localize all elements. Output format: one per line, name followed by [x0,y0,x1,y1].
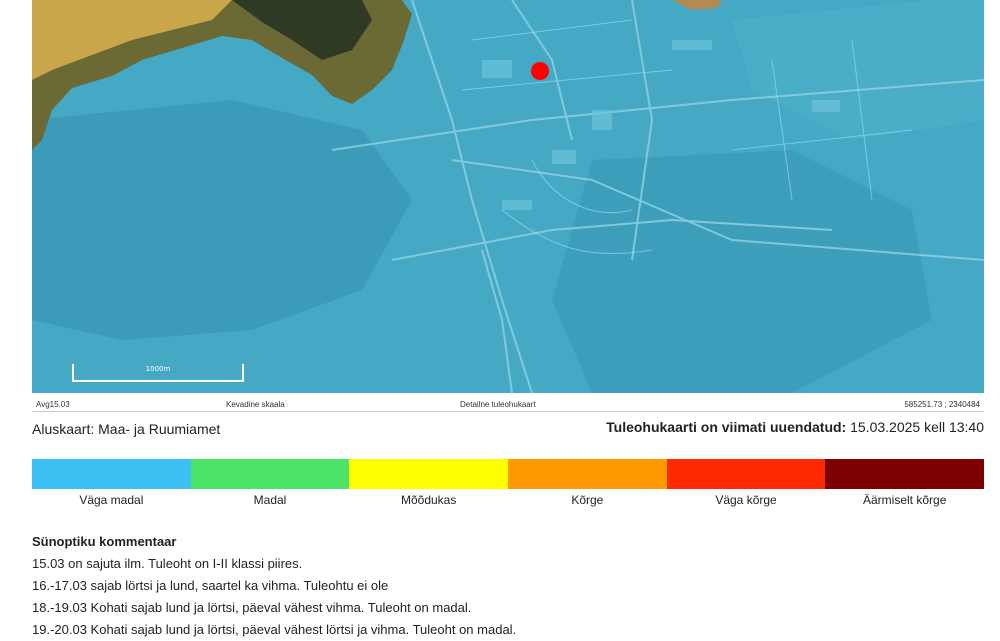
basemap-credit: Aluskaart: Maa- ja Ruumiamet [32,421,221,437]
legend-swatch-low [190,459,350,489]
last-updated-label: Tuleohukaarti on viimati uuendatud: [606,419,847,435]
legend-label-high: Kõrge [571,493,604,507]
fire-risk-legend [32,459,985,489]
scale-label: 1000m [145,365,171,373]
legend-swatch-moderate [349,459,509,489]
legend-label-very-low: Väga madal [79,493,144,507]
comment-line: 19.-20.03 Kohati sajab lund ja lörtsi, p… [32,622,517,637]
comment-line: 18.-19.03 Kohati sajab lund ja lörtsi, p… [32,600,472,615]
comment-line: 15.03 on sajuta ilm. Tuleoht on I-II kla… [32,556,303,571]
comment-title: Sünoptiku kommentaar [32,534,177,549]
status-scale-name: Kevadine skaala [226,400,285,409]
fire-risk-map[interactable]: 1000m [32,0,984,393]
legend-swatch-high [508,459,667,489]
legend-labels: Väga madal Madal Mõõdukas Kõrge Väga kõr… [32,493,984,507]
legend-label-low: Madal [253,493,287,507]
last-updated: Tuleohukaarti on viimati uuendatud: 15.0… [606,419,984,435]
legend-label-moderate: Mõõdukas [400,493,457,507]
last-updated-value: 15.03.2025 kell 13:40 [850,419,984,435]
legend-swatch-extreme [825,459,985,489]
legend-swatch-very-high [666,459,826,489]
legend-swatch-very-low [32,459,191,489]
scale-bar: 1000m [72,364,244,382]
status-coordinates: 585251.73 ; 2340484 [904,400,980,409]
legend-label-very-high: Väga kõrge [715,493,777,507]
forecaster-comment: Sünoptiku kommentaar 15.03 on sajuta ilm… [32,531,516,641]
comment-line: 16.-17.03 sajab lörtsi ja lund, saartel … [32,578,389,593]
legend-label-extreme: Äärmiselt kõrge [863,493,947,507]
map-imagery [32,0,984,393]
status-map-name: Detailne tuleohukaart [460,400,536,409]
map-status-bar: Avg15.03 Kevadine skaala Detailne tuleoh… [32,397,984,412]
status-date: Avg15.03 [36,400,70,409]
location-marker[interactable] [531,62,549,80]
